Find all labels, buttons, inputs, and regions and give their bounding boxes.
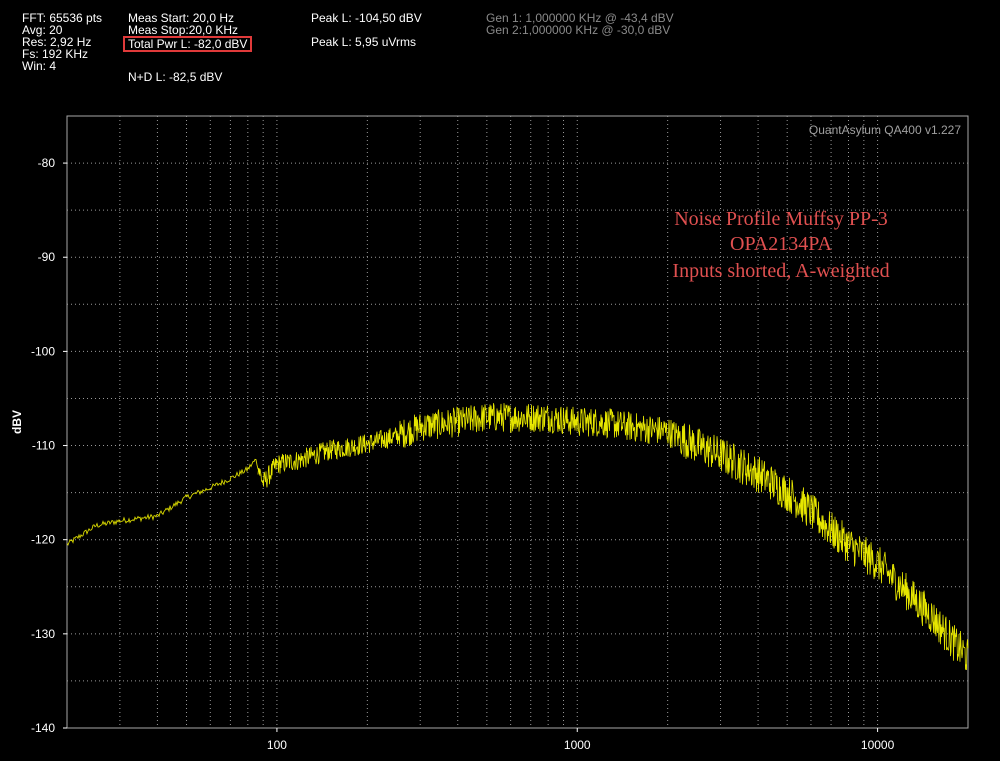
y-tick-label: -120 bbox=[31, 533, 55, 547]
x-tick-label: 100 bbox=[267, 738, 287, 752]
y-tick-label: -140 bbox=[31, 721, 55, 735]
y-tick-label: -110 bbox=[32, 439, 55, 453]
annotation-line-3: Inputs shorted, A-weighted bbox=[672, 260, 889, 282]
y-tick-label: -90 bbox=[38, 250, 56, 264]
y-axis-ticks: -80 -90 -100 -110 -120 -130 -140 bbox=[31, 156, 67, 735]
trace-low bbox=[66, 458, 261, 546]
annotation-line-1: Noise Profile Muffsy PP-3 bbox=[674, 208, 888, 230]
y-axis-label: dBV bbox=[10, 410, 24, 434]
x-tick-label: 10000 bbox=[861, 738, 895, 752]
y-tick-label: -100 bbox=[31, 344, 55, 358]
x-tick-label: 1000 bbox=[564, 738, 591, 752]
trace-high bbox=[257, 403, 969, 671]
spectrum-chart: -80-90-100-110-120-130-140 100 1000 10000 … bbox=[10, 115, 969, 752]
watermark: QuantAsylum QA400 v1.227 bbox=[809, 123, 961, 137]
x-axis-ticks: 100 1000 10000 bbox=[267, 728, 895, 752]
y-tick-label: -80 bbox=[38, 156, 56, 170]
noise-trace bbox=[66, 403, 969, 671]
annotation-line-2: OPA2134PA bbox=[730, 233, 832, 255]
y-tick-label: -130 bbox=[31, 627, 55, 641]
